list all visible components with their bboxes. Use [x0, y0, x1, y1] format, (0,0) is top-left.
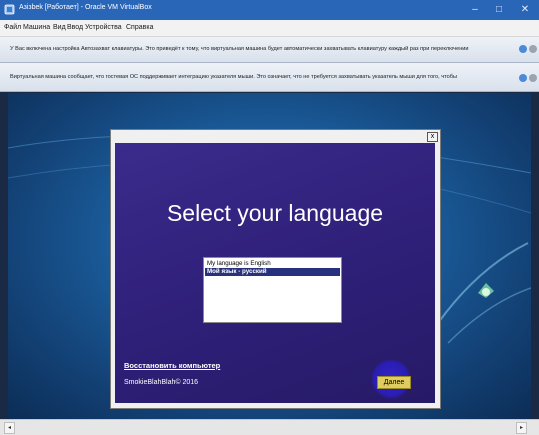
mouse-notice-text: Виртуальная машина сообщает, что гостева…: [10, 74, 458, 80]
repair-computer-link[interactable]: Восстановить компьютер: [124, 361, 220, 370]
menu-file[interactable]: Файл: [4, 24, 21, 31]
menu-view[interactable]: Вид: [53, 24, 66, 31]
keyboard-notice-text: У Вас включена настройка Автозахват клав…: [10, 46, 469, 52]
info-icon[interactable]: [519, 45, 527, 53]
dialog-close-button[interactable]: x: [427, 132, 438, 142]
language-option-english[interactable]: My language is English: [205, 260, 340, 268]
menu-machine[interactable]: Машина: [23, 24, 50, 31]
next-button[interactable]: Далее: [377, 376, 411, 389]
copyright-text: SmokieBlahBlah© 2016: [124, 379, 199, 386]
setup-panel: Select your language My language is Engl…: [115, 143, 435, 403]
menu-help[interactable]: Справка: [126, 24, 153, 31]
window-titlebar: Азізbek [Работает] - Oracle VM VirtualBo…: [0, 0, 539, 20]
language-option-russian[interactable]: Мой язык - русский: [205, 268, 340, 276]
maximize-button[interactable]: □: [488, 0, 510, 20]
status-bar: ◂ ▸: [0, 419, 539, 435]
scroll-left-icon[interactable]: ◂: [4, 422, 15, 434]
windows-logo-icon: [478, 283, 494, 298]
keyboard-capture-notice: У Вас включена настройка Автозахват клав…: [0, 37, 539, 63]
close-button[interactable]: ✕: [514, 0, 536, 20]
scroll-right-icon[interactable]: ▸: [516, 422, 527, 434]
info-icon[interactable]: [519, 74, 527, 82]
mouse-integration-notice: Виртуальная машина сообщает, что гостева…: [0, 63, 539, 92]
menu-devices[interactable]: Устройства: [85, 24, 122, 31]
language-listbox[interactable]: My language is English Мой язык - русски…: [203, 257, 342, 323]
menu-bar: Файл Машина Вид Ввод Устройства Справка: [0, 20, 539, 37]
setup-dialog: x Select your language My language is En…: [110, 129, 441, 409]
close-notice-icon[interactable]: [529, 45, 537, 53]
dialog-heading: Select your language: [166, 200, 384, 226]
minimize-button[interactable]: –: [464, 0, 486, 20]
virtualbox-icon: [4, 4, 15, 15]
window-title: Азізbek [Работает] - Oracle VM VirtualBo…: [19, 4, 152, 11]
close-notice-icon[interactable]: [529, 74, 537, 82]
menu-input[interactable]: Ввод: [67, 24, 83, 31]
